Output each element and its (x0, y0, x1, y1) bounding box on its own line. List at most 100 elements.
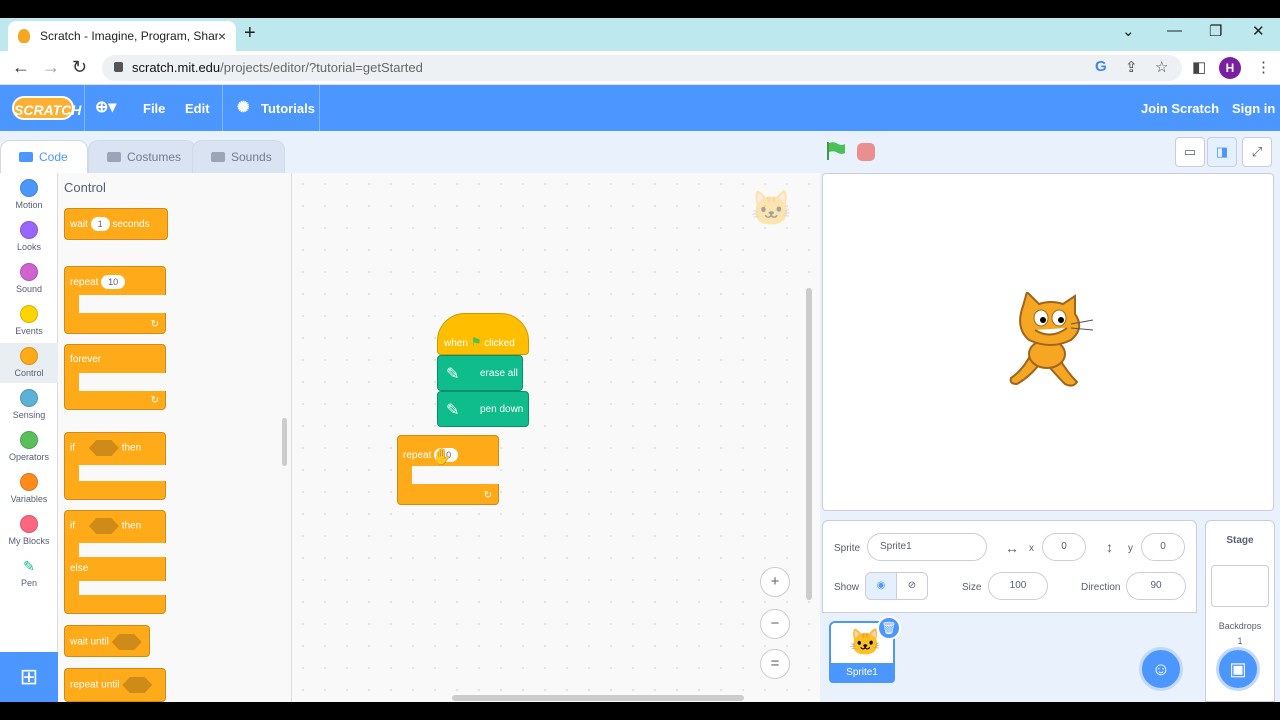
grab-cursor-icon: ✋ (432, 449, 452, 466)
condition-slot[interactable] (88, 440, 119, 456)
repeat-until-block[interactable]: repeat until (64, 668, 166, 702)
category-looks[interactable]: Looks (0, 221, 58, 252)
size-input[interactable]: 100 (988, 572, 1048, 600)
scratch-menubar: SCRATCH ⊕▾ File Edit ✺ Tutorials Join Sc… (0, 85, 1280, 131)
condition-slot[interactable] (122, 677, 153, 693)
c-block-mouth (79, 543, 167, 557)
new-tab-button[interactable]: + (244, 22, 256, 45)
category-sound[interactable]: Sound (0, 263, 58, 294)
share-icon[interactable]: ⇪ (1125, 58, 1138, 76)
restore-icon[interactable]: ❐ (1209, 22, 1222, 40)
code-icon (19, 152, 33, 162)
pen-down-block[interactable]: ✎ pen down (437, 391, 529, 427)
profile-avatar[interactable]: H (1219, 57, 1241, 79)
palette-scrollbar[interactable] (282, 418, 287, 466)
loop-arrow-icon: ↻ (150, 395, 159, 406)
variables-dot-icon (20, 473, 38, 491)
category-operators[interactable]: Operators (0, 431, 58, 462)
tutorials-menu[interactable]: Tutorials (261, 101, 315, 116)
zoom-in-button[interactable]: + (760, 567, 790, 597)
wait-until-block[interactable]: wait until (64, 625, 150, 657)
small-stage-button[interactable]: ▭ (1175, 137, 1205, 167)
tab-sounds[interactable]: Sounds (192, 140, 285, 173)
edit-menu[interactable]: Edit (185, 101, 210, 116)
x-input[interactable]: 0 (1042, 533, 1086, 561)
join-scratch-link[interactable]: Join Scratch (1141, 101, 1219, 116)
browser-menu-icon[interactable]: ⋮ (1256, 58, 1271, 76)
category-control[interactable]: Control (0, 343, 58, 383)
condition-slot[interactable] (111, 634, 142, 650)
block-text: wait (70, 219, 88, 230)
close-window-icon[interactable]: ✕ (1252, 22, 1265, 40)
dragged-repeat-block[interactable]: repeat 10 ↻ (397, 435, 500, 505)
events-dot-icon (20, 305, 38, 323)
eye-slash-icon: ⊘ (907, 580, 917, 591)
category-motion[interactable]: Motion (0, 179, 58, 210)
repeat-block[interactable]: repeat 10 ↻ (64, 266, 167, 334)
category-events[interactable]: Events (0, 305, 58, 336)
sprite-name-input[interactable]: Sprite1 (867, 533, 987, 561)
delete-sprite-icon[interactable]: 🗑 (877, 616, 901, 640)
cat-sprite[interactable] (1001, 292, 1097, 392)
show-visible-toggle[interactable]: ◉ (865, 572, 897, 600)
script-vertical-scrollbar[interactable] (806, 288, 812, 600)
block-text: erase all (480, 368, 518, 379)
direction-input[interactable]: 90 (1126, 572, 1186, 600)
category-pen[interactable]: ✎ Pen (0, 557, 58, 588)
erase-all-block[interactable]: ✎ erase all (437, 355, 523, 391)
tab-costumes[interactable]: Costumes (88, 140, 196, 173)
forever-block[interactable]: forever ↻ (64, 344, 167, 410)
category-variables[interactable]: Variables (0, 473, 58, 504)
large-stage-button[interactable]: ◨ (1207, 137, 1237, 167)
file-menu[interactable]: File (143, 101, 165, 116)
scratch-logo[interactable]: SCRATCH (12, 96, 81, 120)
menu-divider (222, 85, 223, 131)
browser-tab[interactable]: Scratch - Imagine, Program, Shar × (8, 21, 236, 51)
tab-search-icon[interactable]: ⌄ (1122, 22, 1135, 40)
stage-thumbnail[interactable] (1211, 565, 1269, 607)
url-path: /projects/editor/?tutorial=getStarted (220, 60, 423, 75)
script-horizontal-scrollbar[interactable] (452, 695, 744, 701)
back-icon[interactable]: ← (12, 57, 30, 78)
script-area[interactable]: 🐱 when ⚑ clicked ✎ erase all ✎ pen down … (292, 173, 820, 702)
operators-dot-icon (20, 431, 38, 449)
sign-in-link[interactable]: Sign in (1232, 101, 1275, 116)
google-icon[interactable]: G (1095, 58, 1107, 75)
stop-sign-icon[interactable] (857, 143, 875, 161)
when-flag-clicked-block[interactable]: when ⚑ clicked (437, 313, 529, 355)
forward-icon[interactable]: → (42, 57, 60, 78)
wait-input[interactable]: 1 (90, 217, 110, 231)
sprite-label: Sprite (834, 543, 861, 554)
category-my-blocks[interactable]: My Blocks (0, 515, 58, 546)
add-extension-button[interactable]: ⊞ (0, 652, 58, 702)
block-text: pen down (480, 404, 524, 415)
y-input[interactable]: 0 (1141, 533, 1185, 561)
add-backdrop-icon: ▣ (1229, 659, 1247, 679)
sidepanel-icon[interactable]: ◧ (1192, 58, 1206, 76)
zoom-reset-button[interactable]: = (760, 649, 790, 679)
tab-code[interactable]: Code (0, 140, 88, 173)
language-globe-icon[interactable]: ⊕▾ (95, 97, 116, 117)
repeat-input[interactable]: 10 (101, 275, 126, 289)
green-flag-icon[interactable] (826, 142, 846, 160)
stage-canvas[interactable] (822, 173, 1274, 511)
url-bar[interactable]: scratch.mit.edu/projects/editor/?tutoria… (102, 55, 1182, 81)
wait-seconds-block[interactable]: wait 1 seconds (64, 208, 168, 240)
category-sensing[interactable]: Sensing (0, 389, 58, 420)
category-label: Operators (8, 452, 50, 462)
if-then-else-block[interactable]: if then else (64, 510, 167, 614)
bookmark-star-icon[interactable]: ☆ (1155, 58, 1168, 76)
condition-slot[interactable] (88, 518, 119, 534)
block-text: wait until (70, 636, 109, 648)
minimize-icon[interactable]: — (1167, 22, 1182, 39)
show-hidden-toggle[interactable]: ⊘ (896, 572, 928, 600)
backdrops-label: Backdrops (1218, 621, 1262, 631)
if-then-block[interactable]: if then (64, 432, 167, 500)
choose-backdrop-button[interactable]: ▣ (1216, 647, 1260, 691)
reload-icon[interactable]: ↻ (72, 57, 87, 78)
choose-sprite-button[interactable]: ☺ (1139, 647, 1183, 691)
vertical-arrows-icon: ↕ (1106, 539, 1113, 555)
tab-close-icon[interactable]: × (218, 28, 226, 44)
fullscreen-button[interactable]: ⤢ (1242, 137, 1272, 167)
zoom-out-button[interactable]: − (760, 609, 790, 639)
